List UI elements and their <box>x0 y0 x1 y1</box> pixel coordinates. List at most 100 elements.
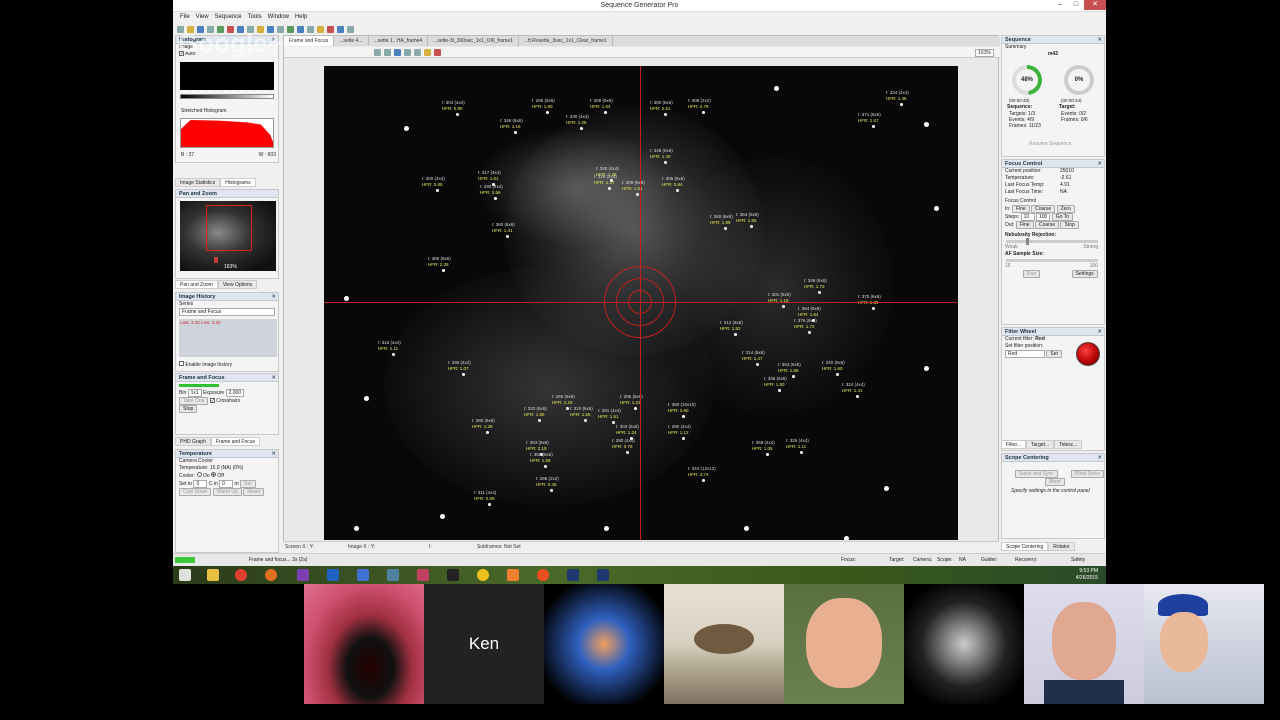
enable-history-checkbox[interactable] <box>179 361 184 366</box>
abort-button[interactable]: Abort <box>1045 478 1065 486</box>
tab-view-options[interactable]: View Options <box>217 280 258 289</box>
in-fine-button[interactable]: Fine <box>1011 205 1030 213</box>
menu-tools[interactable]: Tools <box>248 13 262 22</box>
bin-select[interactable]: 1x1 <box>187 389 202 397</box>
run-button[interactable]: Run <box>1023 270 1041 278</box>
tab-target[interactable]: Target... <box>1026 440 1055 449</box>
take-one-button[interactable]: Take One <box>179 397 209 405</box>
filter-select[interactable]: Red <box>1005 350 1045 358</box>
guide-icon[interactable] <box>287 25 294 33</box>
stop-button[interactable]: Stop <box>179 405 198 413</box>
close-button[interactable]: ✕ <box>1084 0 1106 10</box>
tab-filter[interactable]: Filter... <box>1001 440 1027 449</box>
chrome-icon[interactable] <box>235 569 247 581</box>
resume-sequence-button[interactable]: Resume Sequence <box>1026 141 1072 148</box>
tab-telescope[interactable]: Telesc... <box>1054 440 1083 449</box>
zero-button[interactable]: Zero <box>1056 205 1075 213</box>
exposure-input[interactable]: 2.000 <box>225 389 245 397</box>
menu-help[interactable]: Help <box>295 13 307 22</box>
menu-view[interactable]: View <box>196 13 209 22</box>
minimize-button[interactable]: – <box>1052 0 1068 10</box>
tab-rotator[interactable]: Rotator <box>1048 542 1075 551</box>
doc-tab-frame-focus[interactable]: Frame and Focus <box>284 36 335 46</box>
zoom-out-icon[interactable] <box>384 48 391 56</box>
doc-tab-2[interactable]: ...sette 4... <box>334 36 369 46</box>
sgpro-icon-2[interactable] <box>597 569 609 581</box>
out-coarse-button[interactable]: Coarse <box>1034 221 1060 229</box>
window-icon[interactable] <box>337 25 344 33</box>
fit-icon[interactable] <box>394 48 401 56</box>
close-icon[interactable]: ✕ <box>1097 454 1102 462</box>
c-in-input[interactable]: 0 <box>219 480 234 488</box>
doc-tab-5[interactable]: ...ft.Rosette_3sec_1x1_Clear_frame1 <box>519 36 613 46</box>
network-app-icon[interactable] <box>387 569 399 581</box>
cool-down-button[interactable]: Cool Down <box>179 488 212 496</box>
rotator-icon[interactable] <box>307 25 314 33</box>
crosshairs-checkbox[interactable]: ✓ <box>209 398 215 404</box>
reset-button[interactable]: Reset <box>243 488 265 496</box>
plate-solve-icon[interactable] <box>297 25 304 33</box>
tab-scope-centering[interactable]: Scope Centering <box>1001 542 1049 551</box>
stats-icon[interactable] <box>404 48 411 56</box>
blind-solve-button[interactable]: Blind Solve <box>1071 470 1104 478</box>
nebulosity-slider[interactable] <box>1006 238 1098 245</box>
menu-window[interactable]: Window <box>268 13 289 22</box>
flat-icon[interactable] <box>317 25 324 33</box>
cooler-on-radio[interactable] <box>196 472 202 477</box>
folder-app-icon[interactable] <box>507 569 519 581</box>
solve-sync-button[interactable]: Solve and Sync <box>1015 470 1058 478</box>
out-fine-button[interactable]: Fine <box>1015 221 1034 229</box>
tab-pan-zoom[interactable]: Pan and Zoom <box>175 280 218 289</box>
go-to-button[interactable]: Go To <box>1051 213 1073 221</box>
start-icon[interactable] <box>179 569 191 581</box>
participant-man-1[interactable] <box>784 584 904 704</box>
participant-man-2[interactable] <box>1024 584 1144 704</box>
fine-steps-input[interactable]: 10 <box>1020 213 1035 221</box>
series-select[interactable]: Frame and Focus <box>179 308 275 316</box>
crosshair-icon[interactable] <box>434 48 441 56</box>
participant-bird[interactable] <box>664 584 784 704</box>
coarse-steps-input[interactable]: 100 <box>1035 213 1051 221</box>
doc-tab-3[interactable]: ...sette 1...HA_frame4 <box>369 36 429 46</box>
tab-frame-focus[interactable]: Frame and Focus <box>210 437 261 446</box>
participant-man-3[interactable] <box>1144 584 1264 704</box>
af-sample-slider[interactable] <box>1006 259 1098 262</box>
focus-stop-button[interactable]: Stop <box>1060 221 1079 229</box>
tab-image-statistics[interactable]: Image Statistics <box>175 178 221 187</box>
visual-studio-icon[interactable] <box>297 569 309 581</box>
tab-phd-graph[interactable]: PHD Graph <box>175 437 211 446</box>
help-icon[interactable] <box>347 25 354 33</box>
set-temp-button[interactable]: Set <box>240 480 256 488</box>
record-icon[interactable] <box>327 25 334 33</box>
sgpro-icon[interactable] <box>567 569 579 581</box>
star-icon[interactable] <box>414 48 421 56</box>
sun-app-icon[interactable] <box>477 569 489 581</box>
nebula-image[interactable]: I: 304 (4x4) HFR: 0.90 I: 265 (6x6) HFR: 1.… <box>324 66 958 540</box>
set-to-input[interactable]: 0 <box>193 480 208 488</box>
participant-horsehead-nebula[interactable] <box>304 584 424 704</box>
participant-crab-nebula[interactable] <box>904 584 1024 704</box>
participant-dumbbell-nebula[interactable] <box>544 584 664 704</box>
close-icon[interactable]: ✕ <box>271 374 276 382</box>
close-icon[interactable]: ✕ <box>271 293 276 301</box>
firefox-icon[interactable] <box>265 569 277 581</box>
tab-histograms[interactable]: Histograms <box>220 178 256 187</box>
orange-app-icon[interactable] <box>537 569 549 581</box>
terminal-icon[interactable] <box>447 569 459 581</box>
photoshop-icon[interactable] <box>327 569 339 581</box>
pan-zoom-thumbnail[interactable]: 163% <box>180 201 276 271</box>
annotate-icon[interactable] <box>424 48 431 56</box>
maximize-button[interactable]: □ <box>1068 0 1084 10</box>
histogram-slider[interactable] <box>180 94 274 99</box>
zoom-select[interactable]: 163% <box>975 49 994 57</box>
media-icon[interactable] <box>417 569 429 581</box>
close-icon[interactable]: ✕ <box>1097 328 1102 336</box>
close-icon[interactable]: ✕ <box>271 450 276 458</box>
menu-file[interactable]: File <box>180 13 190 22</box>
cooler-off-radio[interactable] <box>210 472 216 477</box>
participant-ken[interactable]: Ken <box>424 584 544 704</box>
zoom-in-icon[interactable] <box>374 48 381 56</box>
warm-up-button[interactable]: Warm Up <box>212 488 242 496</box>
close-icon[interactable]: ✕ <box>1097 160 1102 168</box>
explorer-icon[interactable] <box>207 569 219 581</box>
